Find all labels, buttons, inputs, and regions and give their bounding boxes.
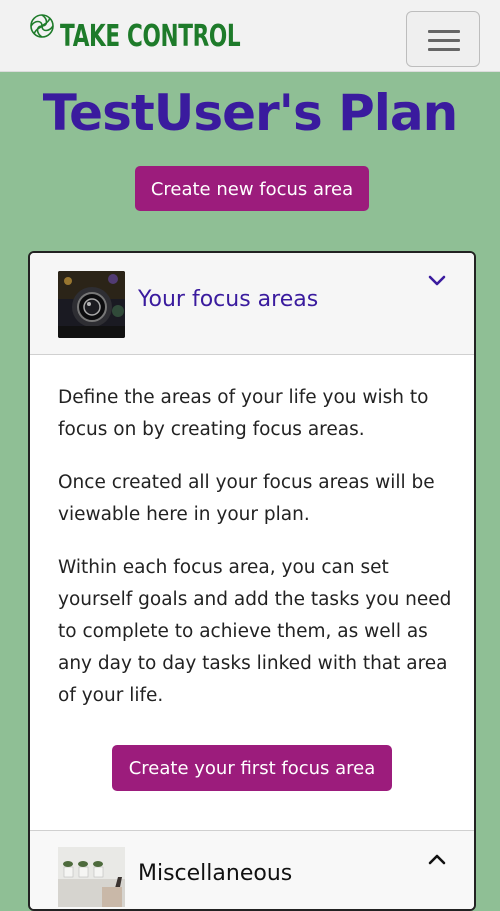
accordion-title: Your focus areas <box>138 287 319 312</box>
navbar: TAKE CONTROL <box>0 0 500 72</box>
accordion-body-your-focus-areas: Define the areas of your life you wish t… <box>30 355 474 831</box>
focus-areas-accordion: Your focus areas Define the areas of you… <box>28 251 476 911</box>
page-title: TestUser's Plan <box>42 84 459 142</box>
navbar-toggle-button[interactable] <box>406 11 480 67</box>
chevron-down-icon[interactable] <box>427 273 447 289</box>
create-focus-area-button[interactable]: Create new focus area <box>135 166 369 211</box>
plants-image <box>58 847 125 907</box>
accordion-header-miscellaneous[interactable]: Miscellaneous <box>30 831 474 909</box>
accordion-title: Miscellaneous <box>138 861 293 886</box>
plan-paragraph: Once created all your focus areas will b… <box>58 472 435 525</box>
camera-lens-image <box>58 271 125 338</box>
chevron-up-icon[interactable] <box>427 851 447 867</box>
goals-paragraph: Within each focus area, you can set your… <box>58 557 452 706</box>
spiral-logo-icon <box>30 14 54 38</box>
accordion-header-your-focus-areas[interactable]: Your focus areas <box>30 253 474 355</box>
create-first-focus-area-button[interactable]: Create your first focus area <box>112 745 392 791</box>
brand-link[interactable]: TAKE CONTROL <box>28 10 310 54</box>
brand-name: TAKE CONTROL <box>60 19 241 54</box>
intro-paragraph: Define the areas of your life you wish t… <box>58 387 429 440</box>
